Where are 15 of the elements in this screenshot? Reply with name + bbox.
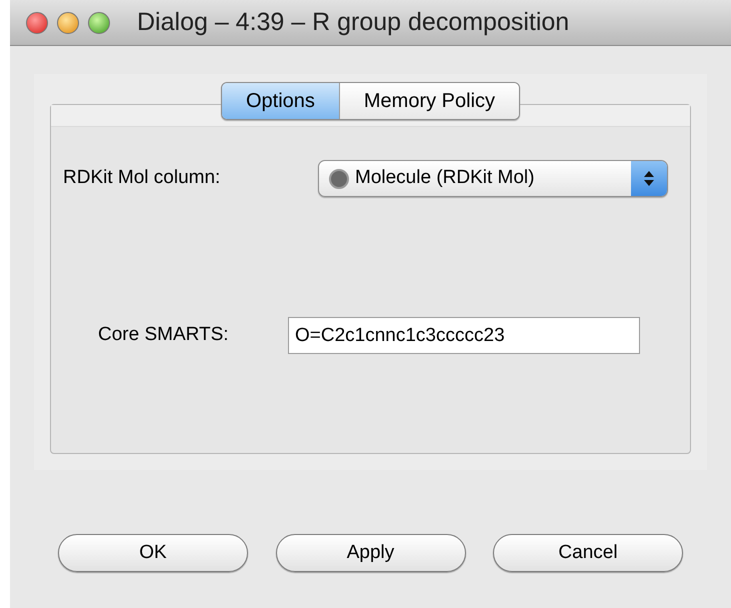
smarts-input[interactable]: O=C2c1cnnc1c3ccccc23 [288, 317, 640, 354]
stepper-icon [631, 161, 667, 196]
column-dropdown[interactable]: Molecule (RDKit Mol) [318, 160, 668, 197]
zoom-button[interactable] [88, 12, 110, 34]
dialog-button[interactable]: OK [58, 534, 248, 572]
molecule-icon [329, 168, 349, 188]
dialog-button[interactable]: Cancel [493, 534, 683, 572]
field-label: Core SMARTS: [98, 323, 230, 348]
tab[interactable]: Options [222, 83, 339, 119]
close-button[interactable] [26, 12, 48, 34]
field-label: RDKit Mol column: [63, 166, 222, 190]
window-title: Dialog – 4:39 – R group decomposition [137, 6, 570, 38]
tab[interactable]: Memory Policy [338, 83, 520, 119]
dialog-button[interactable]: Apply [276, 534, 466, 572]
minimize-button[interactable] [57, 12, 79, 34]
